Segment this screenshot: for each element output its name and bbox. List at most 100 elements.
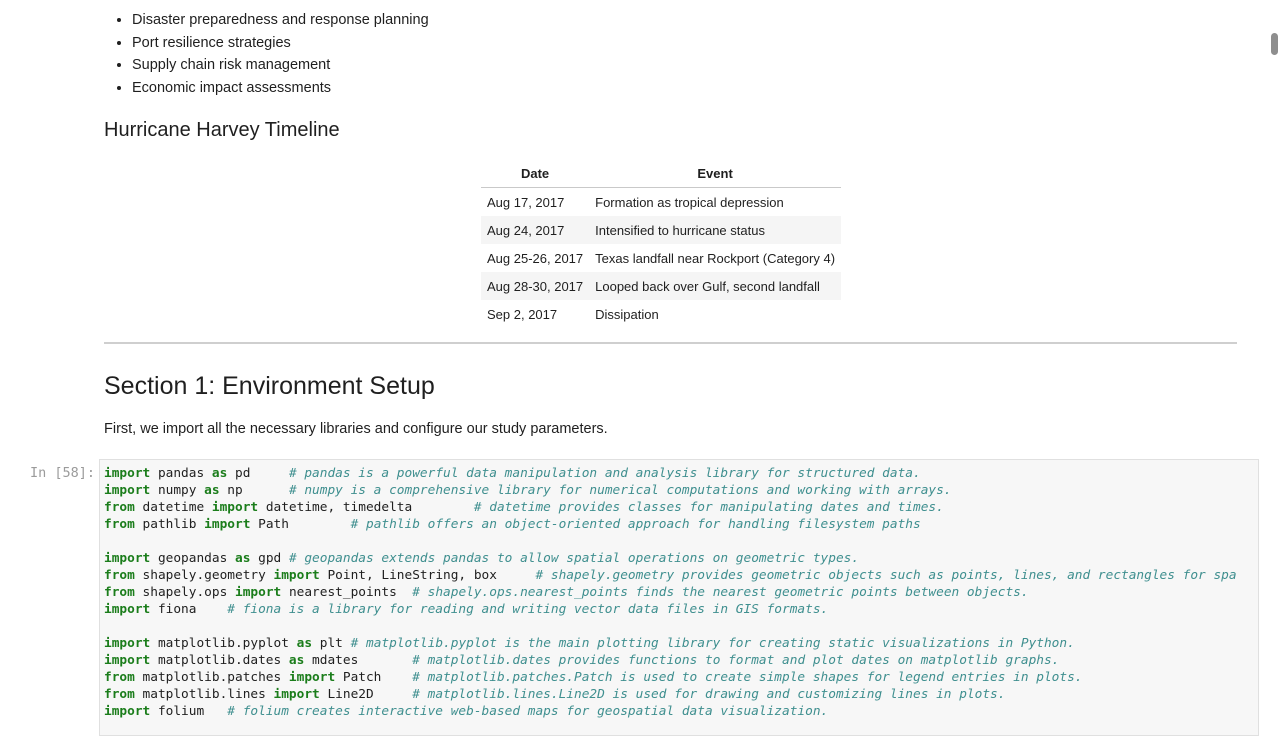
code-line: import matplotlib.pyplot as plt # matplo… [104, 635, 1237, 652]
code-line: from matplotlib.patches import Patch # m… [104, 669, 1237, 686]
code-keyword: import [273, 687, 320, 702]
code-keyword: import [211, 500, 259, 515]
cell-prompt: In [58]: [30, 465, 96, 481]
code-keyword: import [104, 551, 151, 566]
code-keyword: from [104, 500, 135, 515]
table-row: Aug 25-26, 2017 Texas landfall near Rock… [481, 244, 841, 272]
list-item: Economic impact assessments [132, 77, 429, 100]
code-token: fiona [150, 602, 228, 617]
code-keyword: import [104, 466, 151, 481]
code-comment: # fiona is a library for reading and wri… [227, 602, 829, 617]
code-comment: # folium creates interactive web-based m… [227, 704, 829, 719]
code-keyword: import [104, 483, 151, 498]
code-token: pandas [150, 466, 212, 481]
table-cell-date: Aug 24, 2017 [481, 216, 590, 244]
code-token: geopandas [150, 551, 235, 566]
code-line: import folium # folium creates interacti… [104, 703, 1237, 720]
code-token: shapely.ops [134, 585, 235, 600]
code-comment: # shapely.ops.nearest_points finds the n… [412, 585, 1029, 600]
code-comment: # pandas is a powerful data manipulation… [288, 466, 921, 481]
code-line: import numpy as np # numpy is a comprehe… [104, 482, 1237, 499]
code-lines[interactable]: import pandas as pd # pandas is a powerf… [104, 465, 1237, 720]
table-cell-event: Formation as tropical depression [595, 194, 784, 210]
code-cell-editor[interactable]: import pandas as pd # pandas is a powerf… [99, 459, 1259, 736]
code-token: numpy [150, 483, 205, 498]
code-comment: # matplotlib.patches.Patch is used to cr… [412, 670, 1083, 685]
code-comment: # numpy is a comprehensive library for n… [288, 483, 952, 498]
table-row: Aug 28-30, 2017 Looped back over Gulf, s… [481, 272, 842, 300]
code-line: from shapely.ops import nearest_points #… [104, 584, 1237, 601]
code-line: from pathlib import Path # pathlib offer… [104, 516, 1237, 533]
list-item: Port resilience strategies [132, 32, 429, 55]
table-header-row: Date Event [481, 160, 842, 188]
code-token: Line2D [319, 687, 413, 702]
code-keyword: as [288, 653, 305, 668]
list-item: Supply chain risk management [132, 54, 429, 77]
table-cell-date: Aug 17, 2017 [487, 194, 565, 210]
code-token: matplotlib.dates [150, 653, 289, 668]
code-token: gpd [250, 551, 289, 566]
code-keyword: from [104, 568, 135, 583]
table-row: Sep 2, 2017 Dissipation [481, 300, 841, 328]
code-token: matplotlib.patches [134, 670, 289, 685]
section-intro-text: First, we import all the necessary libra… [104, 421, 608, 437]
section-divider [104, 342, 1237, 344]
code-line: from datetime import datetime, timedelta… [104, 499, 1237, 516]
column-header-date: Date [481, 160, 590, 188]
code-keyword: from [104, 517, 135, 532]
table-cell-event: Intensified to hurricane status [589, 216, 842, 244]
table-cell-date: Aug 28-30, 2017 [481, 272, 590, 300]
code-keyword: as [204, 483, 220, 498]
code-token: Patch [335, 670, 413, 685]
code-token: folium [150, 704, 228, 719]
timeline-heading: Hurricane Harvey Timeline [104, 119, 340, 141]
code-comment: # matplotlib.pyplot is the main plotting… [350, 636, 1075, 651]
table-row: Aug 17, 2017 Formation as tropical depre… [481, 188, 841, 217]
code-token: Point, LineString, box [319, 568, 536, 583]
code-token: matplotlib.lines [134, 687, 274, 702]
code-keyword: import [204, 517, 251, 532]
code-line: from matplotlib.lines import Line2D # ma… [104, 686, 1237, 703]
list-item: Disaster preparedness and response plann… [132, 9, 429, 32]
code-token: matplotlib.pyplot [150, 636, 297, 651]
code-keyword: import [104, 653, 151, 668]
code-keyword: from [104, 687, 135, 702]
table-cell-date: Sep 2, 2017 [487, 306, 558, 322]
code-comment: # geopandas extends pandas to allow spat… [288, 551, 860, 566]
code-keyword: as [296, 636, 313, 651]
code-keyword: import [104, 636, 151, 651]
code-line: from shapely.geometry import Point, Line… [104, 567, 1237, 584]
timeline-table: Date Event Aug 17, 2017 Formation as tro… [481, 160, 842, 328]
scrollbar-thumb[interactable] [1271, 33, 1278, 55]
table-row: Aug 24, 2017 Intensified to hurricane st… [481, 216, 842, 244]
code-line: import fiona # fiona is a library for re… [104, 601, 1237, 618]
table-cell-date: Aug 25-26, 2017 [487, 250, 584, 266]
code-token: plt [312, 636, 351, 651]
code-keyword: from [104, 585, 135, 600]
code-comment: # matplotlib.dates provides functions to… [412, 653, 1060, 668]
code-comment: # shapely.geometry provides geometric ob… [535, 568, 1237, 583]
code-token: Path [250, 517, 351, 532]
code-comment: # datetime provides classes for manipula… [473, 500, 944, 515]
code-line: import matplotlib.dates as mdates # matp… [104, 652, 1237, 669]
code-keyword: import [104, 704, 151, 719]
code-keyword: as [234, 551, 251, 566]
table-cell-event: Dissipation [595, 306, 659, 322]
code-token: mdates [304, 653, 413, 668]
code-token: nearest_points [281, 585, 413, 600]
code-token: pathlib [134, 517, 205, 532]
code-keyword: import [288, 670, 336, 685]
section-heading: Section 1: Environment Setup [104, 372, 435, 400]
table-cell-event: Texas landfall near Rockport (Category 4… [595, 250, 836, 266]
code-comment: # pathlib offers an object-oriented appr… [350, 517, 921, 532]
column-header-event: Event [589, 160, 842, 188]
code-keyword: import [104, 602, 151, 617]
code-token: datetime [134, 500, 212, 515]
code-comment: # matplotlib.lines.Line2D is used for dr… [412, 687, 1006, 702]
code-keyword: as [211, 466, 228, 481]
code-token: shapely.geometry [134, 568, 274, 583]
code-keyword: import [273, 568, 320, 583]
code-line: import geopandas as gpd # geopandas exte… [104, 550, 1237, 567]
